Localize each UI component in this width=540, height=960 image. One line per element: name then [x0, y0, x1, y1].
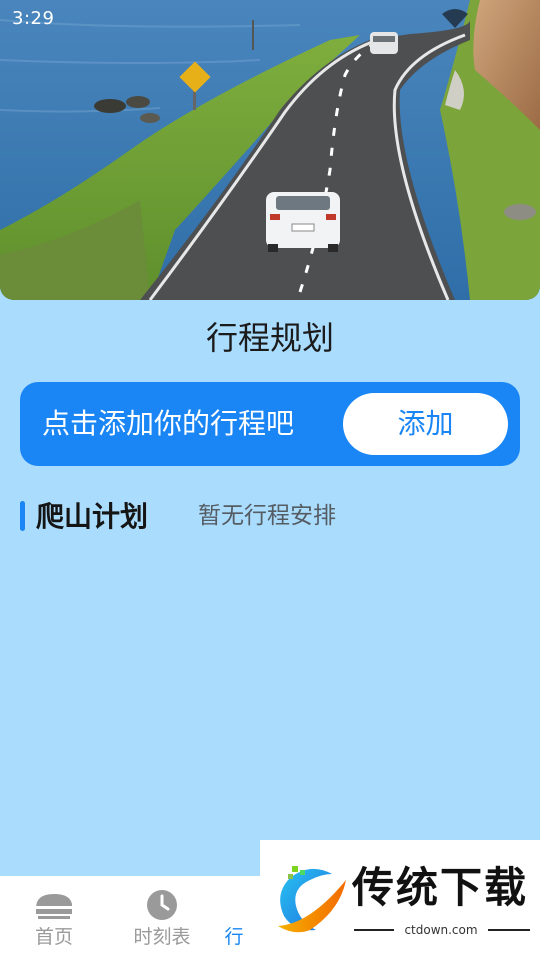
watermark: 传统下载 ctdown.com	[260, 840, 540, 960]
watermark-url: ctdown.com	[404, 923, 478, 937]
status-time: 3:29	[12, 8, 55, 29]
page-title: 行程规划	[205, 319, 334, 357]
clock-icon	[142, 888, 182, 922]
watermark-divider	[354, 929, 394, 931]
ctdown-logo-icon	[270, 860, 350, 940]
plan-category-label[interactable]: 爬山计划	[36, 498, 148, 536]
empty-plan-text: 暂无行程安排	[198, 503, 336, 529]
section-accent-bar	[20, 501, 25, 531]
nav-label-home: 首页	[34, 926, 73, 948]
nav-item-home[interactable]: 首页	[4, 876, 104, 960]
add-button[interactable]: 添加	[343, 393, 508, 455]
plan-section: 爬山计划 暂无行程安排	[20, 498, 520, 538]
wifi-icon	[440, 8, 470, 30]
watermark-divider	[488, 929, 530, 931]
train-icon	[34, 888, 74, 922]
watermark-title: 传统下载	[352, 863, 529, 912]
hero-image	[0, 0, 540, 300]
add-trip-banner: 点击添加你的行程吧 添加	[20, 382, 520, 466]
road-landscape-image	[0, 0, 540, 300]
add-trip-prompt: 点击添加你的行程吧	[42, 407, 295, 440]
